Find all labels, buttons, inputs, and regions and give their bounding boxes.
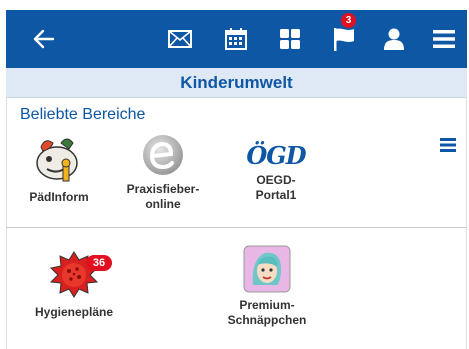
tile-premium-schnaeppchen[interactable]: Premium- Schnäppchen — [212, 245, 322, 328]
back-arrow-icon[interactable] — [30, 10, 58, 68]
praxisfieber-logo-icon — [143, 135, 183, 175]
mail-icon[interactable] — [166, 10, 194, 68]
tile-paedinform[interactable]: PädInform — [24, 133, 94, 205]
notification-badge: 3 — [341, 13, 356, 28]
tile-praxisfieber-online[interactable]: Praxisfieber- online — [118, 133, 208, 212]
oegd-logo: ÖGD — [246, 141, 306, 170]
menu-icon[interactable] — [430, 10, 458, 68]
tile-label: Hygienepläne — [34, 305, 114, 319]
tile-oegd-portal[interactable]: ÖGD OEGD- Portal1 — [238, 133, 314, 203]
section-title: Beliebte Bereiche — [20, 106, 146, 123]
hygiene-count-badge: 36 — [86, 255, 112, 271]
tile-label: Praxisfieber- online — [126, 182, 200, 211]
page-title-bar: Kinderumwelt — [6, 68, 467, 98]
page-title: Kinderumwelt — [180, 72, 293, 92]
top-navigation-bar — [6, 10, 467, 68]
tile-label: OEGD- Portal1 — [255, 173, 297, 202]
paedinform-logo-icon — [36, 138, 78, 182]
tile-label: PädInform — [29, 190, 89, 204]
calendar-icon[interactable] — [222, 10, 250, 68]
user-icon[interactable] — [381, 10, 407, 68]
section-menu-icon[interactable] — [440, 138, 456, 152]
premium-woman-icon — [243, 245, 291, 293]
tile-label: Premium- Schnäppchen — [227, 298, 307, 327]
grid-icon[interactable] — [277, 10, 303, 68]
